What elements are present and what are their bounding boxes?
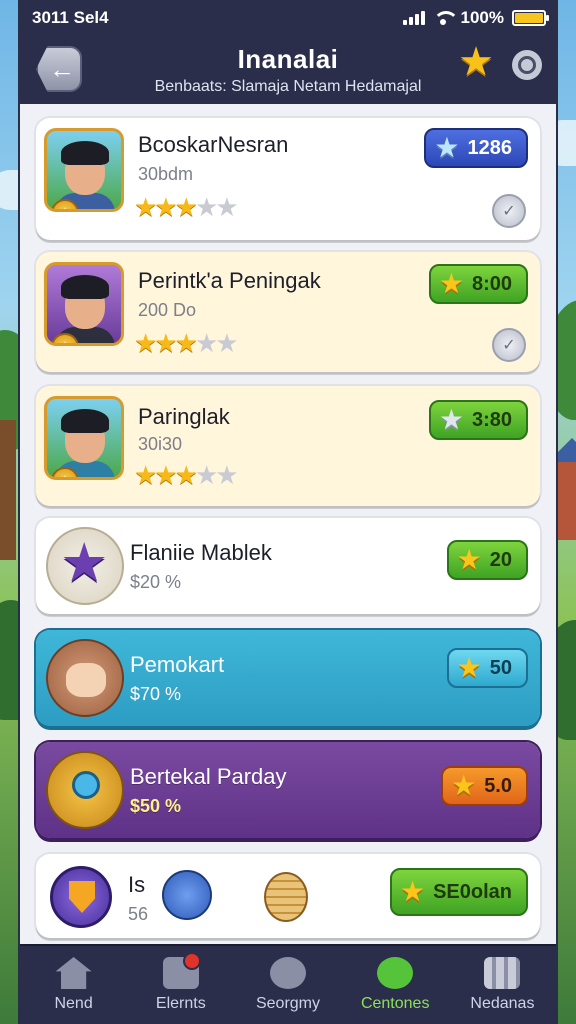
star-icon: ★ [451,770,477,801]
pet-icon [46,639,124,717]
star-icon: ★ [456,544,482,575]
nav-label: Seorgmy [255,995,321,1012]
item-name: Perintk'a Peningak [138,268,321,293]
robot-icon [46,751,124,829]
price-value: 50 [489,656,512,679]
item-name: Bertekal Parday [130,764,287,789]
list-item[interactable]: Flaniie Mablek $20 % ★ 20 [36,518,540,614]
sword-icon [270,957,306,989]
status-bar: 3011 Sel4 100% [20,0,556,36]
item-subtitle: 30bdm [138,164,194,184]
coins-icon [264,872,308,922]
price-value: 5.0 [484,774,512,797]
score-badge[interactable]: ★ 8:00 [428,264,528,304]
avatar: ★ [44,262,124,346]
star-icon: ★ [456,652,482,683]
action-button[interactable]: ✓ [492,328,526,362]
list-item[interactable]: Is 56 ★ SE0olan [36,854,540,938]
shield-icon [50,866,112,928]
nav-label: Nedanas [470,995,535,1012]
star-icon: ★ [438,404,464,435]
item-name: Paringlak [138,404,230,429]
blob-icon [162,870,212,920]
list-item[interactable]: ★ Perintk'a Peningak 200 Do ★★★★★ ★ 8:00… [36,252,540,372]
list-item[interactable]: ★ Paringlak 30i30 ★★★★★ ★ 3:80 [36,386,540,506]
signal-icon [402,11,425,25]
claim-label: SE0olan [433,880,512,903]
star-icon: ★ [434,132,460,163]
price-badge[interactable]: ★ 20 [446,540,528,580]
score-badge[interactable]: ★ 3:80 [428,400,528,440]
nav-item-menu[interactable]: Nedanas [449,946,556,1024]
item-subtitle: $70 % [130,684,182,704]
nav-item-home[interactable]: Nend [20,946,127,1024]
nav-label: Centones [360,995,430,1012]
action-button[interactable]: ✓ [492,194,526,228]
bottom-nav: Nend Elernts Seorgmy Centones Nedanas [20,944,556,1024]
star-rating: ★★★★★ [134,328,239,358]
item-name: Flaniie Mablek [130,540,272,565]
search-button[interactable] [512,50,542,80]
gem-icon [46,527,124,605]
star-rating: ★★★★★ [134,460,239,490]
nav-label: Nend [54,995,93,1012]
claim-button[interactable]: ★ SE0olan [389,868,528,916]
nav-label: Elernts [155,995,206,1012]
score-value: 8:00 [471,272,512,295]
nav-item-centones[interactable]: Centones [342,946,449,1024]
list-item[interactable]: ★ BcoskarNesran 30bdm ★★★★★ ★ 1286 ✓ [36,118,540,240]
notification-badge [182,952,201,970]
star-icon: ★ [438,268,464,299]
item-subtitle: 200 Do [138,300,197,320]
battery-percent: 100% [460,8,504,27]
gem-icon [377,957,414,989]
price-badge[interactable]: ★ 50 [446,648,528,688]
battery-icon [512,10,549,26]
list-item[interactable]: Bertekal Parday $50 % ★ 5.0 [36,742,540,838]
status-time: 3011 Sel4 [32,8,109,27]
price-badge[interactable]: ★ 5.0 [441,766,528,806]
item-name: Is [128,872,146,897]
item-subtitle: 56 [128,904,149,924]
item-name: Pemokart [130,652,225,677]
nav-item-elements[interactable]: Elernts [127,946,234,1024]
score-value: 3:80 [471,408,512,431]
score-value: 1286 [467,136,513,159]
star-icon: ★ [399,876,426,907]
item-subtitle: 30i30 [138,434,183,454]
nav-item-strategy[interactable]: Seorgmy [234,946,341,1024]
list-item[interactable]: Pemokart $70 % ★ 50 [36,630,540,726]
item-subtitle: $50 % [130,796,182,816]
star-rating: ★★★★★ [134,192,239,222]
avatar: ★ [44,396,124,480]
price-value: 20 [489,548,512,571]
page-header: ← Inanalai Benbaats: Slamaja Netam Hedam… [20,36,556,104]
favorites-star-button[interactable]: ★ [458,42,494,82]
item-name: BcoskarNesran [138,132,289,157]
home-icon [55,957,92,989]
wifi-icon [432,11,459,25]
avatar: ★ [44,128,124,212]
grid-icon [484,957,521,989]
score-badge[interactable]: ★ 1286 [424,128,528,168]
item-subtitle: $20 % [130,572,182,592]
